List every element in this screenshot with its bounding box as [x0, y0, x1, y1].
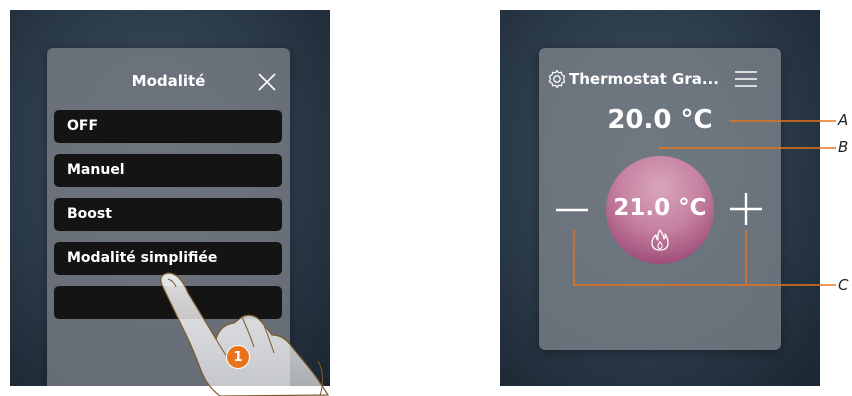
thermostat-screen: Thermostat Gra... 20.0 °C 21.0 °C — [500, 10, 820, 386]
setpoint-dial: 21.0 °C — [606, 156, 714, 264]
mode-option-partial[interactable] — [54, 286, 282, 319]
thermostat-widget: Thermostat Gra... 20.0 °C 21.0 °C — [539, 48, 781, 350]
callout-label-c: C — [838, 276, 849, 294]
increase-temperature-button[interactable] — [729, 192, 763, 226]
callout-label-b: B — [838, 138, 849, 156]
step-number-badge: 1 — [226, 345, 250, 369]
thermostat-name: Thermostat Gra... — [569, 70, 719, 88]
flame-icon — [651, 229, 669, 251]
mode-option-simplified[interactable]: Modalité simplifiée — [54, 242, 282, 275]
mode-option-manual[interactable]: Manuel — [54, 154, 282, 187]
mode-dialog: Modalité OFF Manuel Boost Modalité simpl… — [47, 48, 290, 386]
measured-temperature: 20.0 °C — [607, 105, 713, 135]
dialog-title: Modalité — [131, 72, 206, 90]
close-icon[interactable] — [257, 72, 277, 92]
decrease-temperature-button[interactable] — [555, 195, 589, 225]
mode-option-off[interactable]: OFF — [54, 110, 282, 143]
mode-screen: Modalité OFF Manuel Boost Modalité simpl… — [10, 10, 330, 386]
setpoint-temperature: 21.0 °C — [613, 195, 707, 221]
gear-icon[interactable] — [547, 69, 567, 89]
mode-option-boost[interactable]: Boost — [54, 198, 282, 231]
hamburger-menu-icon[interactable] — [735, 70, 757, 88]
callout-label-a: A — [838, 111, 849, 129]
